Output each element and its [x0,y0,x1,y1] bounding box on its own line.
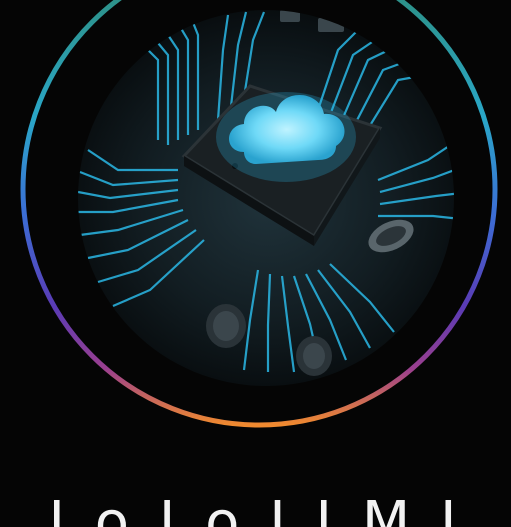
caption-text: I o I o I I M I [48,490,463,527]
circuit-board-image [78,10,454,386]
avatar-frame [18,0,500,438]
cloud-icon [216,92,356,182]
app-screen: I o I o I I M I [0,0,511,527]
cloud-chip-illustration [20,0,498,428]
